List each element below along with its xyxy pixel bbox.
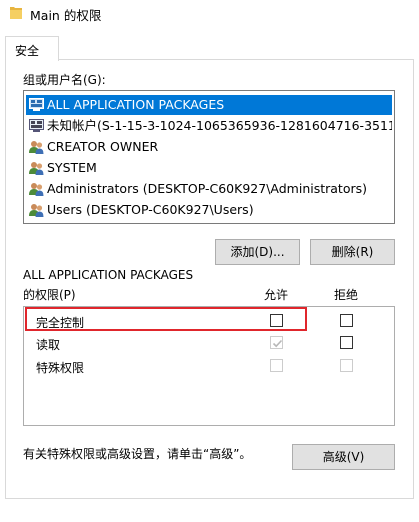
folder-icon <box>10 7 22 19</box>
special-allow-checkbox[interactable] <box>270 359 283 372</box>
list-item-label: 未知帐户(S-1-15-3-1024-1065365936-1281604716… <box>47 118 392 133</box>
allow-column-header: 允许 <box>264 288 289 302</box>
list-item-all-application-packages[interactable]: ALL APPLICATION PACKAGES <box>26 95 392 115</box>
list-item-users[interactable]: Users (DESKTOP-C60K927\Users) <box>26 200 392 220</box>
groups-listbox[interactable]: ALL APPLICATION PACKAGES 未知帐户(S-1-15-3-1… <box>23 90 395 224</box>
list-item-label: ALL APPLICATION PACKAGES <box>47 97 225 112</box>
list-item-unknown-account[interactable]: 未知帐户(S-1-15-3-1024-1065365936-1281604716… <box>26 116 392 136</box>
full-control-deny-checkbox[interactable] <box>340 314 353 327</box>
list-item-label: SYSTEM <box>47 160 97 175</box>
users-group-icon <box>29 162 44 175</box>
permission-special-label: 特殊权限 <box>36 361 85 375</box>
list-item-administrators[interactable]: Administrators (DESKTOP-C60K927\Administ… <box>26 179 392 199</box>
special-deny-checkbox[interactable] <box>340 359 353 372</box>
permissions-title: ALL APPLICATION PACKAGES <box>23 268 194 282</box>
full-control-allow-checkbox[interactable] <box>270 314 283 327</box>
remove-button[interactable]: 删除(R) <box>310 239 395 265</box>
users-group-icon <box>29 183 44 196</box>
read-allow-checkbox[interactable] <box>270 336 283 349</box>
title-bar: Main 的权限 <box>0 0 419 28</box>
tab-security[interactable]: 安全 <box>5 36 59 61</box>
advanced-button[interactable]: 高级(V) <box>292 444 395 470</box>
checkmark-icon <box>272 339 283 348</box>
permission-read-label: 读取 <box>36 338 61 352</box>
groups-label: 组或用户名(G): <box>23 73 106 87</box>
list-item-label: CREATOR OWNER <box>47 139 159 154</box>
permissions-subtitle: 的权限(P) <box>23 288 76 302</box>
list-item-label: Users (DESKTOP-C60K927\Users) <box>47 202 254 217</box>
add-button[interactable]: 添加(D)... <box>215 239 300 265</box>
users-group-icon <box>29 204 44 217</box>
tab-strip: 安全 <box>0 36 419 61</box>
app-packages-icon <box>29 98 44 111</box>
advanced-hint: 有关特殊权限或高级设置，请单击“高级”。 <box>23 447 252 461</box>
list-item-system[interactable]: SYSTEM <box>26 158 392 178</box>
list-item-label: Administrators (DESKTOP-C60K927\Administ… <box>47 181 368 196</box>
read-deny-checkbox[interactable] <box>340 336 353 349</box>
list-item-creator-owner[interactable]: CREATOR OWNER <box>26 137 392 157</box>
window-title: Main 的权限 <box>30 8 102 23</box>
permission-full-control-label: 完全控制 <box>36 316 85 330</box>
unknown-account-icon <box>29 119 44 132</box>
users-group-icon <box>29 141 44 154</box>
deny-column-header: 拒绝 <box>334 288 359 302</box>
